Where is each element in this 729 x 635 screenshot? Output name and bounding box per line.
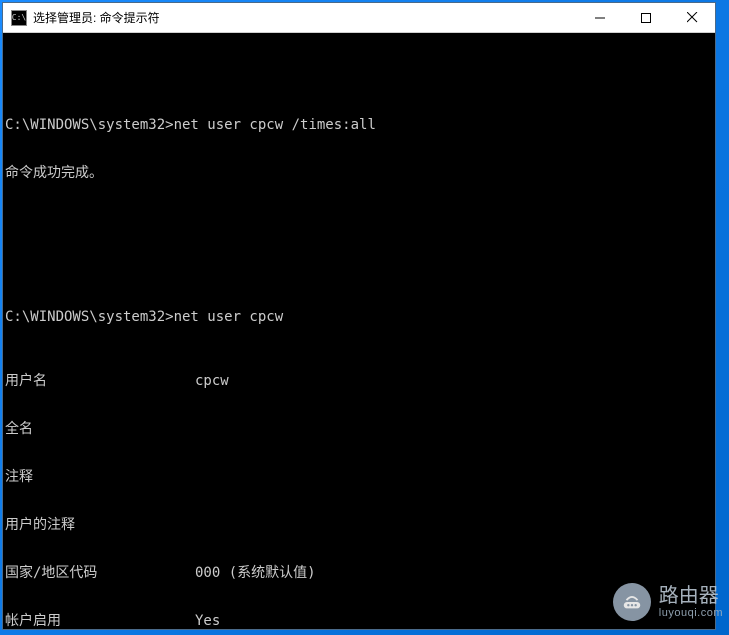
blank-line bbox=[5, 69, 715, 85]
app-icon: C:\ bbox=[11, 10, 27, 26]
close-button[interactable] bbox=[669, 3, 715, 32]
window-controls bbox=[577, 3, 715, 32]
output-row: 用户名cpcw bbox=[5, 373, 715, 389]
minimize-button[interactable] bbox=[577, 3, 623, 32]
titlebar[interactable]: C:\ 选择管理员: 命令提示符 bbox=[3, 3, 715, 33]
watermark-icon bbox=[613, 583, 651, 621]
command-prompt-window: C:\ 选择管理员: 命令提示符 C:\WINDOWS\system32>net… bbox=[2, 2, 716, 630]
maximize-icon bbox=[641, 13, 651, 23]
prompt-line: C:\WINDOWS\system32>net user cpcw bbox=[5, 309, 715, 325]
prompt-line: C:\WINDOWS\system32>net user cpcw /times… bbox=[5, 117, 715, 133]
maximize-button[interactable] bbox=[623, 3, 669, 32]
router-icon bbox=[621, 591, 643, 613]
window-title: 选择管理员: 命令提示符 bbox=[33, 9, 577, 26]
output-row: 全名 bbox=[5, 421, 715, 437]
output-row: 用户的注释 bbox=[5, 517, 715, 533]
watermark: 路由器 luyouqi.com bbox=[613, 583, 723, 621]
minimize-icon bbox=[595, 13, 605, 23]
blank-line bbox=[5, 261, 715, 277]
output-row: 注释 bbox=[5, 469, 715, 485]
result-line: 命令成功完成。 bbox=[5, 165, 715, 181]
close-icon bbox=[687, 12, 698, 23]
watermark-text: 路由器 luyouqi.com bbox=[659, 585, 723, 619]
terminal-output[interactable]: C:\WINDOWS\system32>net user cpcw /times… bbox=[3, 33, 715, 629]
output-row: 国家/地区代码000 (系统默认值) bbox=[5, 565, 715, 581]
output-row: 帐户启用Yes bbox=[5, 613, 715, 629]
blank-line bbox=[5, 213, 715, 229]
